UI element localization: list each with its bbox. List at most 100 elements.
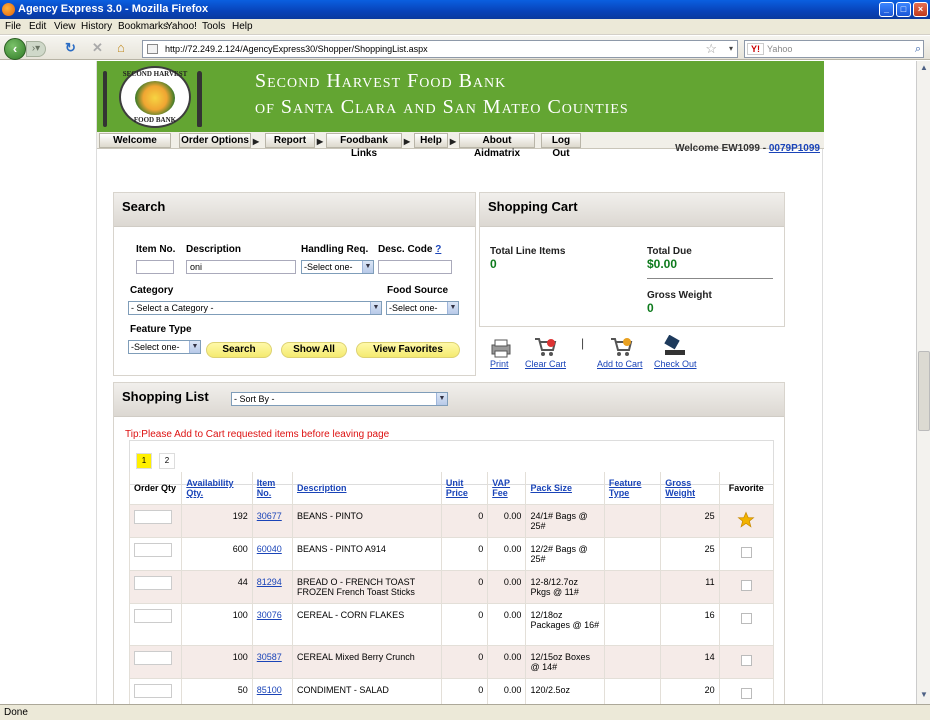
forward-arrow-icon[interactable]: ›▾ [26,41,46,57]
clear-cart-icon[interactable] [533,335,557,357]
table-body: 192 30677 BEANS - PINTO 0 0.00 24/1# Bags @ 2… [128,503,775,704]
menu-yahoo[interactable]: Yahoo! [166,20,197,33]
stop-icon[interactable]: ✕ [92,40,103,56]
maximize-button[interactable]: □ [896,2,911,17]
feature-type-cell [603,536,662,571]
favorite-checkbox[interactable] [740,687,752,699]
vertical-scrollbar[interactable]: ▲ ▼ [916,61,930,704]
menu-edit[interactable]: Edit [29,20,46,33]
menu-bookmarks[interactable]: Bookmarks [118,20,168,33]
add-to-cart-icon[interactable] [609,335,633,357]
nav-arrow-icon: ▶ [316,137,323,146]
bookmark-star-icon[interactable]: ☆ [705,41,717,57]
desc-code-help-link[interactable]: ? [435,244,441,255]
availability-cell: 50 [181,677,253,704]
home-icon[interactable]: ⌂ [117,40,125,56]
item-no-cell: 60040 [251,536,294,571]
menu-tools[interactable]: Tools [202,20,225,33]
order-qty-input[interactable] [134,509,172,524]
favorite-checkbox[interactable] [740,546,752,558]
page-2-button[interactable]: 2 [159,453,175,469]
foodbank-logo: SECOND HARVEST FOOD BANK [119,66,191,128]
nav-welcome[interactable]: Welcome [99,133,171,148]
col-item-no[interactable]: Item No. [251,472,294,505]
menu-history[interactable]: History [81,20,112,33]
show-all-button[interactable]: Show All [281,342,347,358]
desc-code-input[interactable] [378,260,452,274]
food-source-label: Food Source [387,285,449,296]
nav-log-out[interactable]: Log Out [541,133,581,159]
menu-view[interactable]: View [54,20,76,33]
item-no-link[interactable]: 60040 [257,544,282,554]
menu-help[interactable]: Help [232,20,253,33]
favorite-star-icon[interactable] [737,511,755,529]
minimize-button[interactable]: _ [879,2,894,17]
item-no-link[interactable]: 30076 [257,610,282,620]
food-source-select[interactable]: -Select one- ▼ [386,301,459,315]
page-1-button[interactable]: 1 [136,453,152,469]
order-qty-input[interactable] [134,575,172,590]
nav-help[interactable]: Help ▶ [414,133,456,148]
nav-report[interactable]: Report ▶ [265,133,323,148]
scroll-down-icon[interactable]: ▼ [918,690,930,702]
order-qty-input[interactable] [134,608,172,623]
col-pack-size[interactable]: Pack Size [525,472,605,505]
add-to-cart-link[interactable]: Add to Cart [597,359,643,369]
table-row: 100 30587 CEREAL Mixed Berry Crunch 0 0.00 12… [128,644,775,679]
cart-divider [647,278,773,279]
category-select[interactable]: - Select a Category - ▼ [128,301,382,315]
account-link[interactable]: 0079P1099 [769,143,820,154]
favorite-checkbox[interactable] [740,579,752,591]
favorite-checkbox[interactable] [740,612,752,624]
item-no-link[interactable]: 81294 [257,577,282,587]
item-no-link[interactable]: 30677 [257,511,282,521]
col-description[interactable]: Description [292,472,442,505]
nav-arrow-icon: ▶ [403,137,410,146]
description-input[interactable]: oni [186,260,296,274]
site-banner: SECOND HARVEST FOOD BANK Second Harvest … [97,61,824,132]
col-feature-type[interactable]: Feature Type [603,472,662,505]
yahoo-engine-icon[interactable]: Y! [747,43,764,55]
address-bar[interactable]: http://72.249.2.124/AgencyExpress30/Shop… [142,40,738,58]
reload-icon[interactable]: ↻ [65,40,76,56]
sort-by-value: - Sort By - [234,394,275,404]
nav-about-aidmatrix[interactable]: About Aidmatrix [459,133,535,159]
order-qty-input[interactable] [134,683,172,698]
scroll-up-icon[interactable]: ▲ [918,63,930,75]
col-gross-weight[interactable]: Gross Weight [660,472,720,505]
order-qty-input[interactable] [134,542,172,557]
order-qty-input[interactable] [134,650,172,665]
search-button[interactable]: Search [206,342,272,358]
col-vap-fee[interactable]: VAP Fee [487,472,527,505]
col-unit-price[interactable]: Unit Price [440,472,489,505]
menu-file[interactable]: File [5,20,21,33]
item-no-link[interactable]: 30587 [257,652,282,662]
scroll-thumb[interactable] [918,351,930,431]
address-dropdown-icon[interactable]: ▾ [729,41,733,57]
item-no-input[interactable] [136,260,174,274]
feature-type-select[interactable]: -Select one- ▼ [128,340,201,354]
close-button[interactable]: × [913,2,928,17]
shopping-list-panel: Shopping List - Sort By - ▼ Tip:Please Ad… [113,382,785,704]
clear-cart-link[interactable]: Clear Cart [525,359,566,369]
description-cell: BEANS - PINTO [292,503,442,538]
item-no-link[interactable]: 85100 [257,685,282,695]
check-out-link[interactable]: Check Out [654,359,697,369]
page-viewport: SECOND HARVEST FOOD BANK Second Harvest … [0,61,916,704]
back-arrow-icon[interactable]: ‹ [4,38,26,60]
favorite-checkbox[interactable] [740,654,752,666]
handling-req-select[interactable]: -Select one- ▼ [301,260,374,274]
search-box[interactable]: Y! Yahoo ⌕ [744,40,924,58]
sort-by-select[interactable]: - Sort By - ▼ [231,392,448,406]
col-availability[interactable]: Availability Qty. [181,472,253,505]
window-title: Agency Express 3.0 - Mozilla Firefox [18,3,209,15]
check-out-icon[interactable] [663,335,687,357]
magnifier-icon[interactable]: ⌕ [915,41,921,57]
chevron-down-icon: ▼ [447,302,458,314]
nav-order-options[interactable]: Order Options ▶ [179,133,259,148]
nav-foodbank-links[interactable]: Foodbank Links ▶ [326,133,410,159]
print-link[interactable]: Print [490,359,509,369]
logo-text-bottom: FOOD BANK [133,116,177,124]
printer-icon[interactable] [489,337,513,359]
view-favorites-button[interactable]: View Favorites [356,342,460,358]
